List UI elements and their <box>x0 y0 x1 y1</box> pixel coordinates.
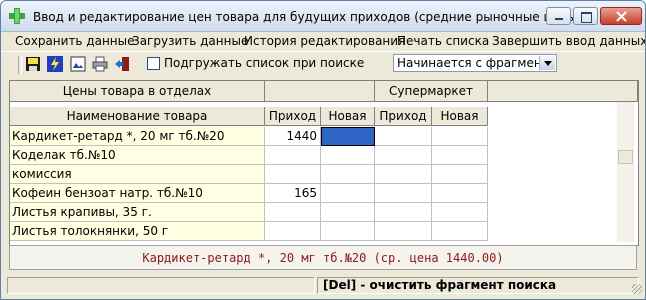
window-title: Ввод и редактирование цен товара для буд… <box>33 10 582 24</box>
menu-finish-input[interactable]: Завершить ввод данных <box>492 34 645 48</box>
cell-new-1[interactable] <box>321 146 375 165</box>
column-header-prihod-1[interactable]: Приход <box>265 107 321 126</box>
menu-save-data[interactable]: Сохранить данные <box>15 34 135 48</box>
column-header-prihod-2[interactable]: Приход <box>375 107 432 126</box>
cell-prihod-1[interactable] <box>265 165 321 184</box>
cell-prihod-1[interactable]: 1440 <box>265 127 321 146</box>
cell-name[interactable]: Кофеин бензоат натр. тб.№10 <box>10 184 265 203</box>
cell-new-1[interactable] <box>321 203 375 222</box>
status-bar: [Del] - очистить фрагмент поиска <box>1 275 645 297</box>
menu-edit-history[interactable]: История редактирования <box>244 34 405 48</box>
load-on-search-checkbox[interactable] <box>147 57 160 70</box>
cell-prihod-1[interactable]: 165 <box>265 184 321 203</box>
resize-grip-icon[interactable] <box>632 284 642 294</box>
cell-new-1[interactable] <box>321 222 375 241</box>
menu-load-data[interactable]: Загрузить данные <box>132 34 248 48</box>
cell-new-2[interactable] <box>432 203 488 222</box>
chevron-down-icon[interactable] <box>539 56 555 70</box>
cell-name[interactable]: Кардикет-ретард *, 20 мг тб.№20 <box>10 127 265 146</box>
cell-prihod-2[interactable] <box>375 222 432 241</box>
minimize-icon <box>555 18 563 20</box>
cell-name[interactable]: Листья крапивы, 35 г. <box>10 203 265 222</box>
cell-new-2[interactable] <box>432 146 488 165</box>
group-header-empty <box>265 81 375 102</box>
menu-bar: Сохранить данные Загрузить данные Истори… <box>1 32 645 50</box>
minimize-button[interactable] <box>546 7 571 25</box>
column-header-name[interactable]: Наименование товара <box>10 107 265 126</box>
close-icon <box>616 11 627 22</box>
cell-prihod-1[interactable] <box>265 222 321 241</box>
maximize-button[interactable] <box>573 7 598 25</box>
cell-prihod-1[interactable] <box>265 146 321 165</box>
image-icon[interactable] <box>70 56 86 72</box>
title-bar[interactable]: Ввод и редактирование цен товара для буд… <box>1 1 645 32</box>
printer-icon[interactable] <box>92 56 108 72</box>
toolbar-separator <box>18 56 22 74</box>
lightning-icon[interactable] <box>47 56 63 72</box>
scrollbar-thumb[interactable] <box>618 150 633 164</box>
search-mode-select[interactable]: Начинается с фрагмента <box>393 54 557 72</box>
status-hint: [Del] - очистить фрагмент поиска <box>323 278 557 292</box>
price-grid: Цены товара в отделах Супермаркет Наимен… <box>9 80 639 246</box>
status-panel-left <box>7 277 315 294</box>
cell-name[interactable]: Листья толокнянки, 50 г <box>10 222 265 241</box>
cell-name[interactable]: комиссия <box>10 165 265 184</box>
vertical-scrollbar[interactable] <box>617 102 634 242</box>
cell-new-2[interactable] <box>432 127 488 146</box>
column-header-new-2[interactable]: Новая <box>432 107 488 126</box>
cell-new-2[interactable] <box>432 165 488 184</box>
cell-new-1-selected[interactable] <box>321 127 375 146</box>
average-price-text: Кардикет-ретард *, 20 мг тб.№20 (ср. цен… <box>142 251 504 265</box>
cell-prihod-1[interactable] <box>265 203 321 222</box>
cell-prihod-2[interactable] <box>375 184 432 203</box>
maximize-icon <box>581 12 592 23</box>
main-window: Ввод и редактирование цен товара для буд… <box>0 0 646 300</box>
cell-prihod-2[interactable] <box>375 203 432 222</box>
column-header-new-1[interactable]: Новая <box>321 107 375 126</box>
selected-item-info: Кардикет-ретард *, 20 мг тб.№20 (ср. цен… <box>9 245 637 270</box>
cell-new-1[interactable] <box>321 184 375 203</box>
load-on-search-label: Подгружать список при поиске <box>164 56 365 70</box>
app-cross-icon <box>9 8 25 24</box>
group-header-departments: Цены товара в отделах <box>10 81 265 102</box>
exit-door-icon[interactable] <box>114 56 130 72</box>
close-button[interactable] <box>600 7 642 25</box>
cell-new-2[interactable] <box>432 184 488 203</box>
save-disk-icon[interactable] <box>25 56 41 72</box>
cell-prihod-2[interactable] <box>375 146 432 165</box>
cell-prihod-2[interactable] <box>375 127 432 146</box>
menu-print-list[interactable]: Печать списка <box>397 34 489 48</box>
cell-prihod-2[interactable] <box>375 165 432 184</box>
search-mode-value: Начинается с фрагмента <box>397 56 557 70</box>
group-header-filler <box>488 81 638 102</box>
cell-new-2[interactable] <box>432 222 488 241</box>
cell-new-1[interactable] <box>321 165 375 184</box>
group-header-supermarket: Супермаркет <box>375 81 488 102</box>
cell-name[interactable]: Коделак тб.№10 <box>10 146 265 165</box>
